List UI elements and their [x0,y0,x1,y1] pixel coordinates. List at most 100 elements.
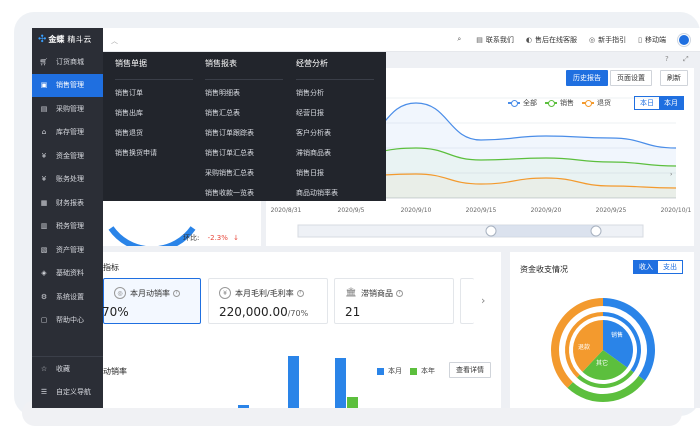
question-icon[interactable]: ? [173,289,180,297]
sidebar-item[interactable]: ▢ 帮助中心 [32,309,103,333]
legend-label: 销售 [560,99,574,107]
topbar-actions: ⌕ ▤ 联系我们 ◐ 售后在线客服 ◎ 新手指引 ▯ 移动端 [457,35,678,45]
topbar-item[interactable]: ▤ 联系我们 [476,35,514,45]
gear-icon: ⚙ [40,292,48,301]
mega-menu-item[interactable]: 销售汇总表 [205,103,283,123]
mobile-icon: ▯ [638,35,642,44]
sidebar-item[interactable]: ▦ 财务报表 [32,191,103,215]
indicators-panel: 指标 动销率 本月 本年 查看详情 [103,252,501,408]
mega-menu-item[interactable]: 销售出库 [115,103,193,123]
toggle-month[interactable]: 本月 [659,97,683,109]
turnover-bar-chart [238,356,358,408]
mega-menu-item[interactable]: 销售订单 [115,83,193,103]
bar [288,356,299,408]
mega-menu-item[interactable]: 销售订单跟踪表 [205,123,283,143]
legend-swatch [582,100,594,107]
mega-menu-item[interactable]: 销售订单汇总表 [205,143,283,163]
purchase-icon: ▤ [40,104,48,113]
mega-menu-item[interactable]: 销售收款一览表 [205,183,283,203]
sidebar-bottom-nav: ☆ 收藏 ☰ 自定义导航 [32,356,103,404]
help-circle-icon[interactable]: ? [665,55,669,63]
sidebar-item[interactable]: ▣ 销售管理 [32,73,103,97]
zoom-handle-right[interactable] [590,225,602,237]
kpi-label: 滞销商品 [361,288,393,298]
chart-next-arrow-icon[interactable]: › [670,171,672,178]
mega-menu-item[interactable]: 滞销商品表 [296,143,374,163]
sidebar-item-label: 库存管理 [56,128,84,137]
fullscreen-icon[interactable]: ⤢ [683,55,689,64]
legend-item[interactable]: 退货 [582,98,611,108]
topbar-item[interactable]: ⌕ [457,35,464,44]
sidebar-item[interactable]: ⌂ 库存管理 [32,121,103,145]
refresh-button[interactable]: 刷新 [660,70,688,86]
legend-item[interactable]: 销售 [545,98,574,108]
mega-menu-column: 销售单据 销售订单 销售出库 销售退货 销售换货申请 [115,52,193,163]
mega-menu-item[interactable]: 销售明细表 [205,83,283,103]
compare-value: -2.3% [207,234,228,242]
sidebar-bottom-item[interactable]: ☆ 收藏 [32,357,103,381]
sidebar-item[interactable]: 🛒︎ 订货商城 [32,50,103,74]
mega-menu-item[interactable]: 客户分析表 [296,123,374,143]
mega-menu-item[interactable]: 销售日报 [296,163,374,183]
kpi-card-slow-moving[interactable]: 🏛︎ 滞销商品 ? 21 [334,278,454,324]
mega-menu-item[interactable]: 经营日报 [296,103,374,123]
topbar-item-label: 售后在线客服 [535,35,578,44]
sidebar-bottom-item[interactable]: ☰ 自定义导航 [32,381,103,405]
tax-icon: ▥ [40,222,48,231]
question-icon[interactable]: ? [296,289,304,297]
sidebar-item[interactable]: ¥ 资金管理 [32,144,103,168]
logo[interactable]: ✣ 金蝶 精斗云 [32,28,103,50]
topbar: ︿ ⌕ ▤ 联系我们 ◐ 售后在线客服 ◎ 新手指引 ▯ 移动端 [103,28,700,52]
mega-menu-item[interactable]: 采购销售汇总表 [205,163,283,183]
sidebar-item-label: 收藏 [56,364,70,373]
logo-brand: 金蝶 [48,34,65,44]
mega-menu-item[interactable]: 销售退货 [115,123,193,143]
topbar-item-label: 新手指引 [598,35,627,44]
sidebar-item[interactable]: ▥ 税务管理 [32,215,103,239]
kpi-value: 220,000.00/70% [219,305,309,319]
sidebar-item[interactable]: ¥ 账务处理 [32,168,103,192]
next-arrow-icon[interactable]: › [481,294,485,307]
legend-label: 全部 [523,99,537,107]
mega-menu-item[interactable]: 销售换货申请 [115,143,193,163]
mega-menu-item[interactable]: 销售分析 [296,83,374,103]
custom-nav-icon: ☰ [40,388,48,397]
sidebar-item[interactable]: ▤ 采购管理 [32,97,103,121]
question-icon[interactable]: ? [396,289,403,297]
collapse-caret-icon[interactable]: ︿ [111,36,118,46]
kpi-label: 本月毛利/毛利率 [235,288,294,298]
topbar-item[interactable]: ◐ 售后在线客服 [526,35,577,45]
warehouse-icon: ⌂ [41,128,47,137]
topbar-item[interactable]: ◎ 新手指引 [589,35,626,45]
avatar[interactable] [678,33,690,46]
sidebar-item[interactable]: ◈ 基础资料 [32,262,103,286]
kpi-card-profit[interactable]: ¥ 本月毛利/毛利率 ? 220,000.00/70% [208,278,328,324]
sidebar-item-label: 资金管理 [56,151,84,160]
legend-swatch [545,100,557,107]
kpi-value: 21 [345,305,361,319]
zoom-slider-window[interactable] [491,225,596,237]
legend-item[interactable]: 全部 [508,98,537,108]
kpi-card-turnover[interactable]: ◎ 本月动销率 ? 70% [102,278,201,324]
history-report-button[interactable]: 历史报告 [566,70,608,86]
sidebar-item-label: 资产管理 [56,245,84,254]
toggle-day[interactable]: 本日 [635,97,659,109]
page-settings-button[interactable]: 页面设置 [610,70,652,86]
x-tick-label: 2020/9/25 [596,207,627,214]
app-window: ✣ 金蝶 精斗云 🛒︎ 订货商城 ▣ 销售管理 ▤ 采购管理 ⌂ 库存管理 ¥ 资金管理 ¥ 账务处理… [32,28,700,408]
zoom-handle-left[interactable] [485,225,497,237]
sidebar-item-label: 帮助中心 [56,316,84,325]
sidebar-item-label: 系统设置 [56,292,84,301]
topbar-item[interactable]: ▯ 移动端 [638,35,666,45]
day-month-toggle[interactable]: 本日 本月 [634,96,684,110]
compare-label: 环比: [183,234,200,242]
sidebar-item[interactable]: ▧ 资产管理 [32,238,103,262]
mega-menu-heading: 销售报表 [205,52,283,80]
x-tick-label: 2020/9/20 [531,207,562,214]
logo-product: 精斗云 [67,34,92,44]
sidebar-item[interactable]: ⚙ 系统设置 [32,285,103,309]
mega-menu-item[interactable]: 商品动销率表 [296,183,374,203]
asset-icon: ▧ [40,245,48,254]
sidebar-item-label: 自定义导航 [56,388,91,397]
sidebar-item-label: 财务报表 [56,198,84,207]
